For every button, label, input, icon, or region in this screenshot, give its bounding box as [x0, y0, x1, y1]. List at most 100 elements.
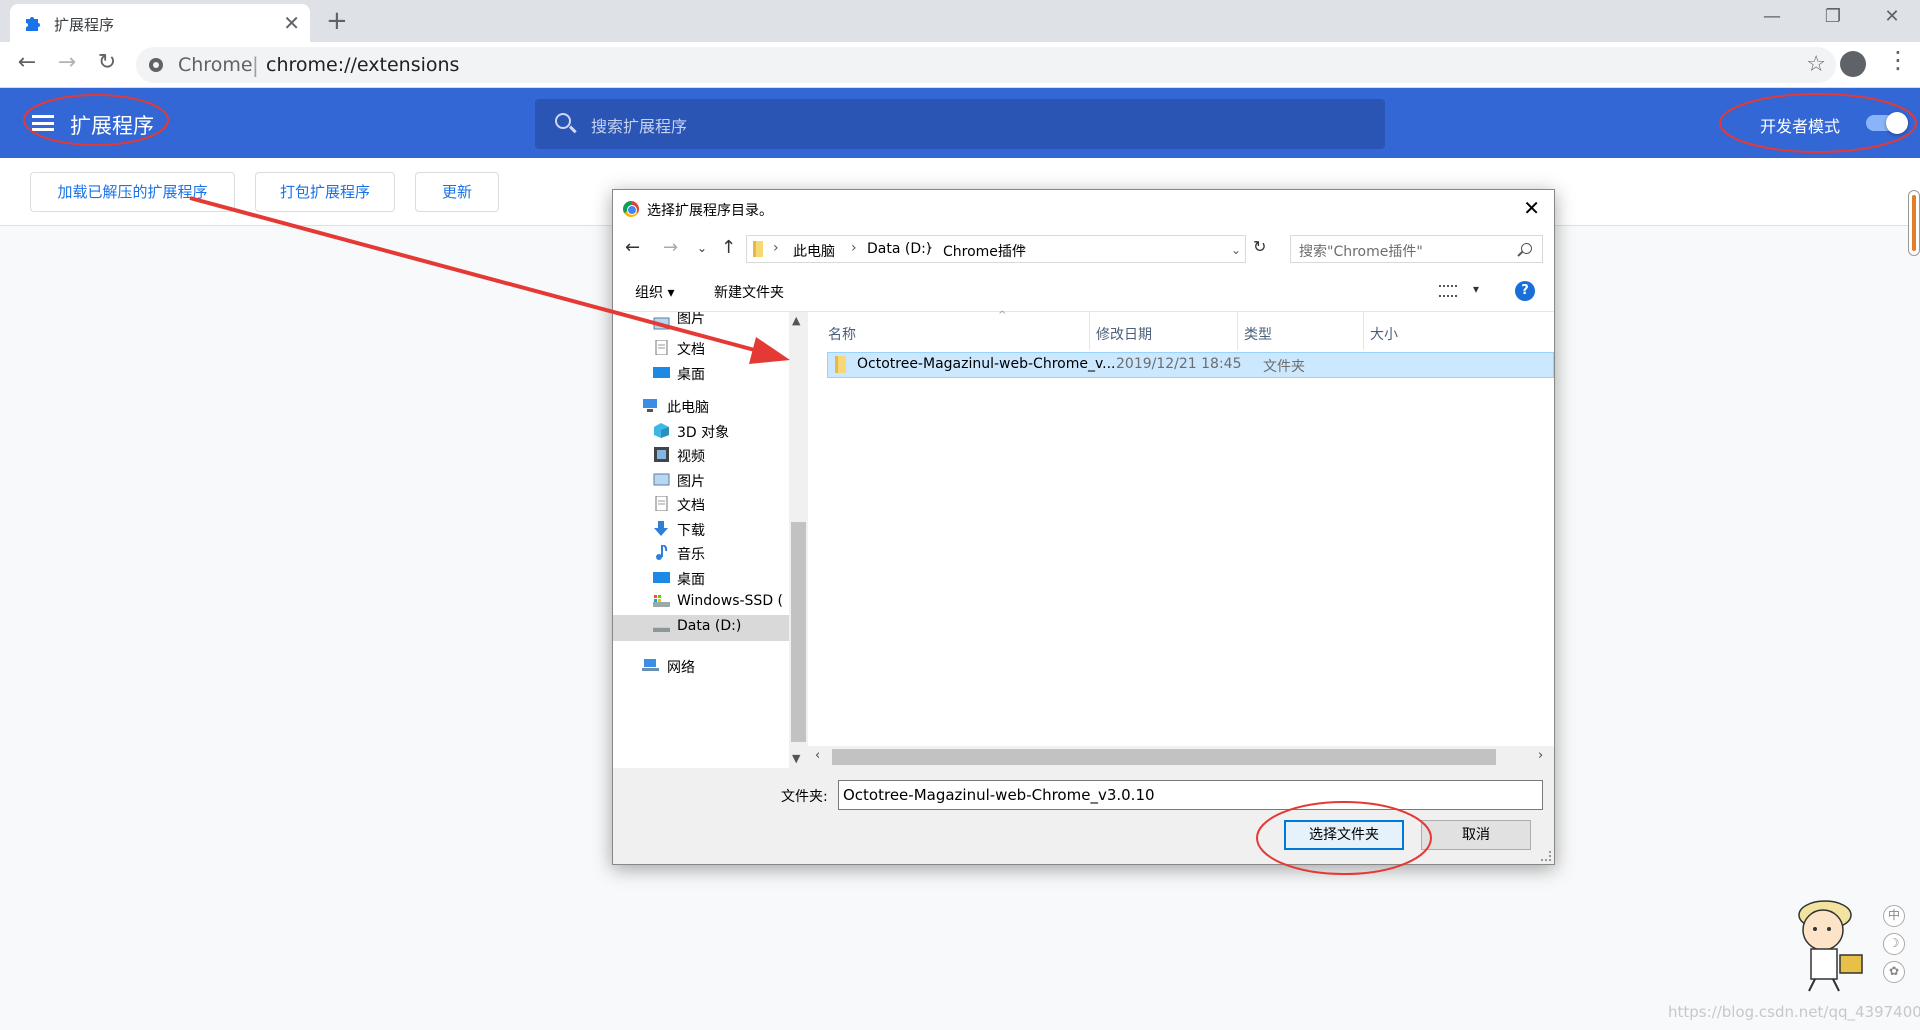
address-url[interactable]: chrome://extensions	[266, 54, 459, 76]
nav-item-music[interactable]: 音乐	[613, 541, 789, 567]
nav-item-documents[interactable]: 文档	[613, 336, 789, 362]
navigation-pane: 图片 文档 桌面 此电脑 3D 对象 视频 图片 文档 下载 音乐 桌面 Win…	[613, 312, 808, 768]
nav-item-documents[interactable]: 文档	[613, 492, 789, 518]
profile-avatar-icon[interactable]	[1840, 51, 1866, 77]
up-folder-icon[interactable]: ↑	[721, 237, 736, 258]
help-icon[interactable]: ?	[1515, 281, 1535, 301]
tab-title: 扩展程序	[54, 16, 115, 34]
column-header-type[interactable]: 类型	[1244, 312, 1364, 350]
scrollbar-thumb[interactable]	[791, 522, 806, 742]
tab-extensions[interactable]: 扩展程序 ✕	[10, 4, 310, 42]
dialog-search-placeholder: 搜索"Chrome插件"	[1299, 244, 1423, 260]
back-icon[interactable]: ←	[12, 50, 42, 75]
nav-item-3d-objects[interactable]: 3D 对象	[613, 419, 789, 445]
pack-extension-button[interactable]: 打包扩展程序	[255, 172, 395, 212]
nav-item-desktop[interactable]: 桌面	[613, 361, 789, 387]
dialog-titlebar: 选择扩展程序目录。 ✕	[613, 190, 1554, 228]
page-title: 扩展程序	[70, 114, 154, 138]
dialog-address-row: ← → ⌄ ↑ › 此电脑 › Data (D:) › Chrome插件 › ⌄…	[613, 228, 1554, 270]
reload-icon[interactable]: ↻	[92, 50, 122, 75]
extensions-search-input[interactable]: 搜索扩展程序	[535, 99, 1385, 149]
settings-flower-icon[interactable]: ✿	[1883, 961, 1905, 983]
nav-item-label: 网络	[667, 660, 695, 676]
language-toggle-icon[interactable]: 中	[1883, 905, 1905, 927]
dialog-forward-icon[interactable]: →	[663, 237, 678, 258]
developer-mode-toggle[interactable]	[1866, 112, 1908, 134]
column-header-date[interactable]: 修改日期	[1096, 312, 1238, 350]
nav-item-this-pc[interactable]: 此电脑	[613, 394, 789, 420]
minimize-icon[interactable]: —	[1752, 6, 1792, 27]
column-header-size[interactable]: 大小	[1370, 312, 1470, 350]
bookmark-star-icon[interactable]: ☆	[1806, 52, 1826, 77]
column-header-label: 修改日期	[1096, 327, 1152, 343]
nav-pane-scrollbar[interactable]: ▲ ▼	[789, 312, 808, 768]
search-icon	[555, 113, 571, 129]
recent-locations-icon[interactable]: ⌄	[697, 241, 707, 255]
chevron-right-icon[interactable]: ›	[927, 240, 933, 256]
load-unpacked-button[interactable]: 加载已解压的扩展程序	[30, 172, 235, 212]
dialog-close-icon[interactable]: ✕	[1523, 196, 1540, 220]
nav-item-downloads[interactable]: 下载	[613, 517, 789, 543]
documents-icon	[655, 340, 668, 355]
chevron-right-icon[interactable]: ›	[851, 240, 857, 256]
select-folder-button[interactable]: 选择文件夹	[1284, 820, 1404, 850]
scrollbar-thumb[interactable]	[832, 749, 1496, 765]
extensions-header: 扩展程序 搜索扩展程序 开发者模式	[0, 88, 1920, 158]
resize-grip-icon[interactable]	[1541, 851, 1551, 861]
nav-item-label: 文档	[677, 498, 705, 514]
scroll-left-icon[interactable]: ‹	[815, 748, 820, 763]
restore-icon[interactable]: ❐	[1813, 6, 1853, 27]
file-date: 2019/12/21 18:45	[1116, 356, 1242, 372]
scroll-up-icon[interactable]: ▲	[792, 314, 800, 327]
new-folder-button[interactable]: 新建文件夹	[714, 282, 784, 302]
breadcrumb-item[interactable]: Chrome插件	[943, 241, 1026, 261]
file-row[interactable]: Octotree-Magazinul-web-Chrome_v... 2019/…	[827, 352, 1554, 378]
nav-item-network[interactable]: 网络	[613, 654, 789, 680]
update-button[interactable]: 更新	[415, 172, 499, 212]
nav-item-videos[interactable]: 视频	[613, 443, 789, 469]
desktop-icon	[653, 367, 670, 378]
chevron-right-icon[interactable]: ›	[1021, 240, 1027, 256]
column-header-name[interactable]: 名称 ^	[828, 310, 1090, 350]
dialog-path-bar[interactable]: › 此电脑 › Data (D:) › Chrome插件 › ⌄	[746, 235, 1246, 263]
file-list-pane: 名称 ^ 修改日期 类型 大小 Octotree-Magazinul-web-C…	[808, 310, 1554, 768]
tab-strip: 扩展程序 ✕ + — ❐ ✕	[0, 0, 1920, 42]
hamburger-menu-icon[interactable]	[32, 115, 54, 131]
breadcrumb-item[interactable]: Data (D:)	[867, 241, 931, 257]
nav-item-desktop[interactable]: 桌面	[613, 566, 789, 592]
folder-name-input[interactable]	[838, 780, 1543, 810]
scroll-right-icon[interactable]: ›	[1538, 748, 1543, 763]
search-placeholder: 搜索扩展程序	[591, 117, 688, 136]
dialog-command-bar: 组织 ▾ 新建文件夹 ▾ ?	[613, 270, 1554, 312]
file-list-hscrollbar[interactable]: ‹ ›	[808, 746, 1554, 768]
menu-kebab-icon[interactable]: ⋮	[1886, 46, 1910, 74]
drive-icon	[653, 627, 670, 632]
dialog-refresh-icon[interactable]: ↻	[1253, 237, 1275, 256]
forward-icon[interactable]: →	[52, 50, 82, 75]
scroll-down-icon[interactable]: ▼	[792, 752, 800, 765]
address-bar[interactable]: Chrome | chrome://extensions ☆	[136, 47, 1836, 83]
view-options-icon[interactable]	[1439, 285, 1457, 297]
path-dropdown-icon[interactable]: ⌄	[1231, 243, 1241, 257]
address-separator: |	[252, 53, 259, 77]
window-close-icon[interactable]: ✕	[1872, 6, 1912, 27]
page-side-scroll-indicator[interactable]	[1908, 190, 1920, 256]
network-icon	[642, 659, 659, 671]
tab-close-icon[interactable]: ✕	[283, 11, 300, 35]
dialog-search-input[interactable]: 搜索"Chrome插件"	[1290, 235, 1543, 263]
nav-item-pictures[interactable]: 图片	[613, 468, 789, 494]
caret-down-icon[interactable]: ▾	[1473, 282, 1479, 296]
pictures-icon	[653, 473, 670, 486]
breadcrumb-item[interactable]: 此电脑	[793, 241, 835, 261]
dialog-title: 选择扩展程序目录。	[647, 203, 773, 219]
night-mode-icon[interactable]: ☽	[1883, 933, 1905, 955]
new-tab-icon[interactable]: +	[326, 6, 348, 36]
column-header-label: 类型	[1244, 327, 1272, 343]
nav-item-windows-ssd[interactable]: Windows-SSD (	[613, 590, 789, 616]
organize-button[interactable]: 组织 ▾	[635, 282, 674, 302]
dialog-back-icon[interactable]: ←	[625, 237, 640, 258]
chevron-right-icon[interactable]: ›	[773, 240, 779, 256]
nav-item-pictures[interactable]: 图片	[613, 312, 789, 338]
cancel-button[interactable]: 取消	[1421, 820, 1531, 850]
nav-item-data-d[interactable]: Data (D:)	[613, 615, 789, 641]
